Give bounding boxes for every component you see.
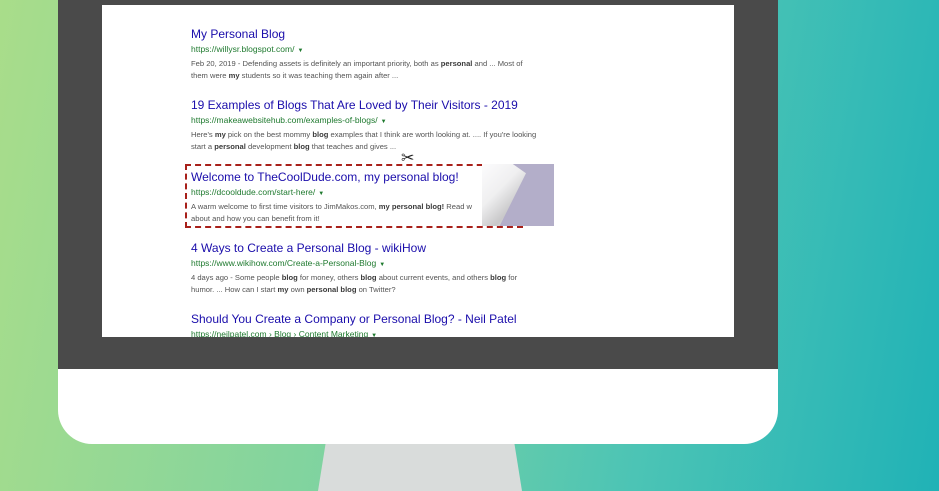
cut-outline xyxy=(185,164,523,228)
snippet-keyword: personal xyxy=(440,59,473,68)
result-snippet: Here's my pick on the best mommy blog ex… xyxy=(191,129,561,153)
snippet-keyword: my xyxy=(214,130,226,139)
snippet-text: own xyxy=(288,285,307,294)
snippet-text: for xyxy=(506,273,518,282)
snippet-line: start a personal development blog that t… xyxy=(191,141,561,153)
snippet-text: 4 days ago xyxy=(191,273,229,282)
result-snippet: 4 days ago - Some people blog for money,… xyxy=(191,272,561,296)
search-result: 19 Examples of Blogs That Are Loved by T… xyxy=(191,98,571,153)
snippet-text: them were xyxy=(191,71,229,80)
snippet-keyword: blog xyxy=(312,130,329,139)
caret-down-icon[interactable]: ▼ xyxy=(297,48,303,54)
search-result: Should You Create a Company or Personal … xyxy=(191,312,571,337)
snippet-line: humor. ... How can I start my own person… xyxy=(191,284,561,296)
snippet-text: humor. ... How can I start xyxy=(191,285,278,294)
snippet-keyword: blog xyxy=(360,273,377,282)
search-result: 4 Ways to Create a Personal Blog - wikiH… xyxy=(191,241,571,296)
snippet-text: - Some people xyxy=(228,273,282,282)
snippet-text: and ... Most of xyxy=(472,59,523,68)
result-title-link[interactable]: 4 Ways to Create a Personal Blog - wikiH… xyxy=(191,241,571,256)
snippet-text: development xyxy=(245,142,294,151)
scissors-icon: ✂ xyxy=(401,150,415,167)
snippet-keyword: my xyxy=(277,285,289,294)
snippet-text: pick on the best mommy xyxy=(225,130,313,139)
snippet-keyword: blog xyxy=(281,273,298,282)
caret-down-icon[interactable]: ▼ xyxy=(379,262,385,268)
result-title-link[interactable]: Should You Create a Company or Personal … xyxy=(191,312,571,327)
snippet-text: Here's xyxy=(191,130,215,139)
monitor: ... My Personal Blog https://willysr.blo… xyxy=(58,0,778,444)
result-url[interactable]: https://makeawebsitehub.com/examples-of-… xyxy=(191,114,571,128)
snippet-line: them were my students so it was teaching… xyxy=(191,70,561,82)
snippet-text: for money, others xyxy=(297,273,361,282)
snippet-text: students so it was teaching them again a… xyxy=(239,71,399,80)
result-url[interactable]: https://www.wikihow.com/Create-a-Persona… xyxy=(191,257,571,271)
snippet-keyword: personal blog xyxy=(306,285,357,294)
snippet-text: that teaches and gives ... xyxy=(309,142,397,151)
monitor-stand xyxy=(318,440,522,491)
snippet-text: Feb 20, 2019 - Defending assets is defin… xyxy=(191,59,441,68)
snippet-text: about current events, and others xyxy=(376,273,491,282)
snippet-text: examples that I think are worth looking … xyxy=(328,130,537,139)
snippet-line: 4 days ago - Some people blog for money,… xyxy=(191,272,561,284)
result-url[interactable]: https://willysr.blogspot.com/▼ xyxy=(191,43,571,57)
result-title-link[interactable]: 19 Examples of Blogs That Are Loved by T… xyxy=(191,98,571,113)
snippet-keyword: blog xyxy=(490,273,507,282)
search-result: My Personal Blog https://willysr.blogspo… xyxy=(191,27,571,82)
monitor-screen: ... My Personal Blog https://willysr.blo… xyxy=(102,5,734,337)
partial-snippet: ... xyxy=(191,5,197,7)
snippet-keyword: blog xyxy=(293,142,310,151)
snippet-text: on Twitter? xyxy=(356,285,396,294)
snippet-keyword: my xyxy=(228,71,240,80)
caret-down-icon[interactable]: ▼ xyxy=(381,119,387,125)
snippet-line: Here's my pick on the best mommy blog ex… xyxy=(191,129,561,141)
snippet-text: start a xyxy=(191,142,215,151)
snippet-line: Feb 20, 2019 - Defending assets is defin… xyxy=(191,58,561,70)
result-snippet: Feb 20, 2019 - Defending assets is defin… xyxy=(191,58,561,82)
snippet-keyword: personal xyxy=(214,142,246,151)
caret-down-icon[interactable]: ▼ xyxy=(371,333,377,337)
result-title-link[interactable]: My Personal Blog xyxy=(191,27,571,42)
result-url[interactable]: https://neilpatel.com › Blog › Content M… xyxy=(191,328,571,337)
